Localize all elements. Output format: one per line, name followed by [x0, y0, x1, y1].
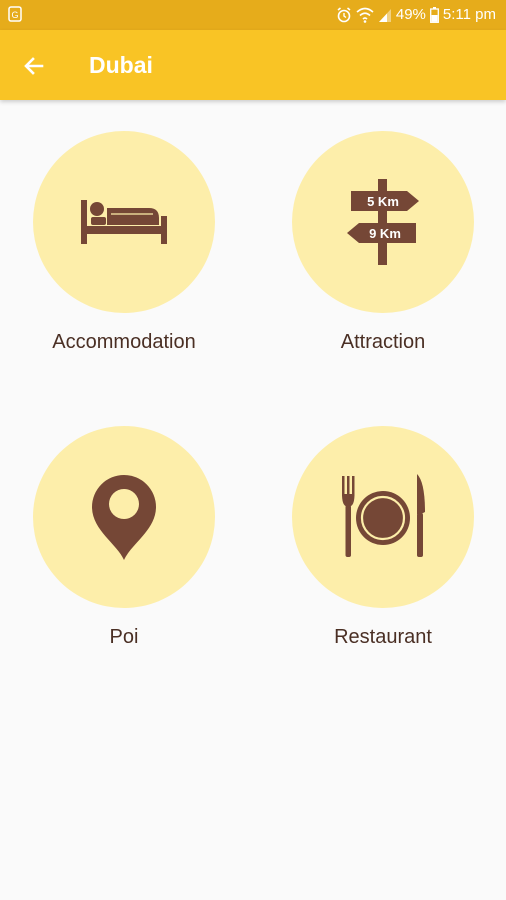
- category-label: Attraction: [340, 331, 426, 353]
- clock-time: 5:11 pm: [442, 6, 496, 23]
- page-title: Dubai: [89, 52, 153, 78]
- category-label: Poi: [109, 626, 139, 648]
- battery-percent: 49%: [395, 6, 426, 23]
- wifi-icon: [356, 7, 374, 23]
- sign-bottom-label: 9 Km: [369, 226, 401, 241]
- category-label: Restaurant: [334, 626, 432, 648]
- category-circle: [33, 131, 215, 313]
- category-label: Accommodation: [52, 331, 196, 353]
- category-attraction[interactable]: 5 Km 9 Km Attraction: [273, 131, 493, 354]
- alarm-icon: [336, 6, 352, 23]
- svg-text:G: G: [11, 10, 18, 20]
- category-accommodation[interactable]: Accommodation: [14, 131, 234, 354]
- sign-top-label: 5 Km: [367, 194, 399, 209]
- status-bar: G 49% 5:11 pm: [0, 0, 506, 30]
- signal-icon: [378, 7, 392, 23]
- category-restaurant[interactable]: Restaurant: [273, 426, 493, 649]
- back-button[interactable]: [18, 50, 50, 82]
- app-bar: Dubai: [0, 30, 506, 100]
- arrow-left-icon: [24, 57, 44, 75]
- signpost-icon: 5 Km 9 Km: [347, 179, 419, 265]
- plate-cutlery-icon: [342, 474, 425, 557]
- category-poi[interactable]: Poi: [14, 426, 234, 649]
- category-circle: [292, 426, 474, 608]
- category-circle: 5 Km 9 Km: [292, 131, 474, 313]
- map-pin-icon: [92, 475, 156, 560]
- battery-icon: [429, 6, 439, 23]
- category-circle: [33, 426, 215, 608]
- notification-icon: G: [8, 6, 22, 22]
- bed-icon: [81, 200, 167, 244]
